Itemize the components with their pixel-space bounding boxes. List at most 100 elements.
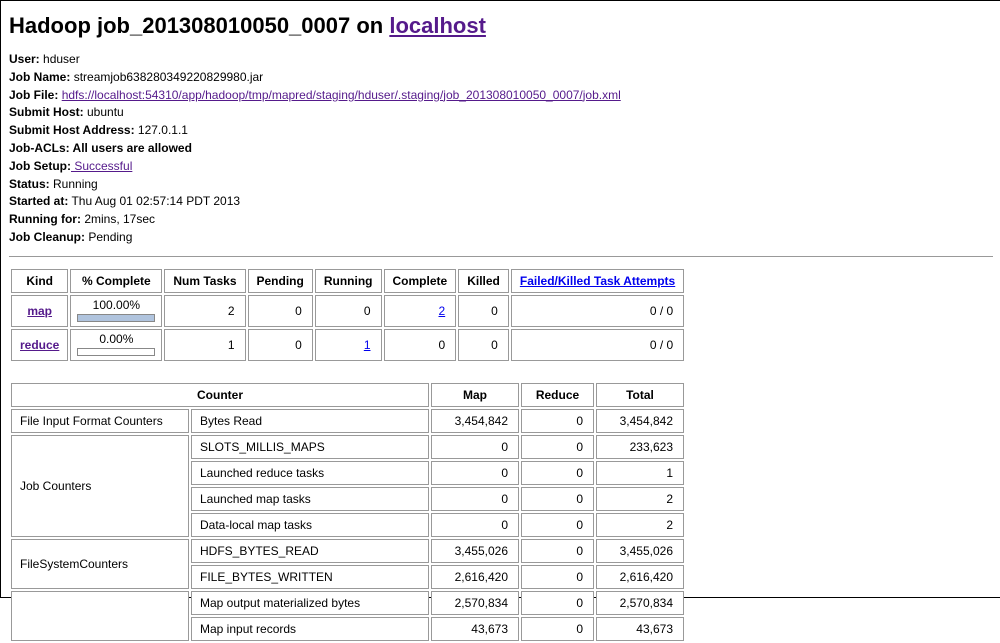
- counter-reduce-cell: 0: [521, 461, 594, 485]
- jobfile-label: Job File:: [9, 88, 58, 102]
- failed-cell: 0 / 0: [511, 329, 684, 361]
- runningfor-label: Running for:: [9, 212, 81, 226]
- progress-header-row: Kind % Complete Num Tasks Pending Runnin…: [11, 269, 684, 293]
- status-value: Running: [50, 177, 98, 191]
- title-prefix: Hadoop: [9, 13, 97, 38]
- kind-cell: map: [11, 295, 68, 327]
- counter-map-cell: 3,454,842: [431, 409, 519, 433]
- counter-map-cell: 0: [431, 513, 519, 537]
- counter-group-cell: File Input Format Counters: [11, 409, 189, 433]
- complete-link[interactable]: 2: [439, 304, 446, 318]
- counter-map-cell: 0: [431, 487, 519, 511]
- complete-cell: 2: [384, 295, 457, 327]
- counter-reduce-cell: 0: [521, 409, 594, 433]
- progress-bar-fill: [78, 315, 154, 321]
- title-middle: on: [350, 13, 389, 38]
- runningfor-value: 2mins, 17sec: [81, 212, 155, 226]
- counter-reduce-cell: 0: [521, 487, 594, 511]
- counter-name-cell: Map output materialized bytes: [191, 591, 429, 615]
- jobsetup-link[interactable]: Successful: [71, 159, 132, 173]
- counter-reduce-cell: 0: [521, 591, 594, 615]
- pct-text: 100.00%: [77, 298, 155, 312]
- running-cell: 0: [315, 295, 382, 327]
- counter-name-cell: Launched reduce tasks: [191, 461, 429, 485]
- col-num: Num Tasks: [164, 269, 245, 293]
- counter-total-cell: 43,673: [596, 617, 684, 641]
- title-host-link[interactable]: localhost: [389, 13, 486, 38]
- user-value: hduser: [40, 52, 80, 66]
- divider: [9, 256, 993, 257]
- pending-cell: 0: [248, 295, 313, 327]
- counter-total-cell: 3,454,842: [596, 409, 684, 433]
- page-title: Hadoop job_201308010050_0007 on localhos…: [9, 13, 993, 39]
- counter-map-cell: 2,616,420: [431, 565, 519, 589]
- col-counter: Counter: [11, 383, 429, 407]
- jobcleanup-label: Job Cleanup:: [9, 230, 85, 244]
- kind-link-reduce[interactable]: reduce: [20, 338, 59, 352]
- counter-row: FileSystemCountersHDFS_BYTES_READ3,455,0…: [11, 539, 684, 563]
- running-link[interactable]: 1: [364, 338, 371, 352]
- submithostaddr-label: Submit Host Address:: [9, 123, 135, 137]
- counter-total-cell: 2: [596, 513, 684, 537]
- counter-total-cell: 2,570,834: [596, 591, 684, 615]
- counter-name-cell: Launched map tasks: [191, 487, 429, 511]
- counter-reduce-cell: 0: [521, 513, 594, 537]
- progress-table: Kind % Complete Num Tasks Pending Runnin…: [9, 267, 686, 363]
- counter-row: File Input Format CountersBytes Read3,45…: [11, 409, 684, 433]
- failed-cell: 0 / 0: [511, 295, 684, 327]
- counter-total-cell: 1: [596, 461, 684, 485]
- counter-header-row: Counter Map Reduce Total: [11, 383, 684, 407]
- jobname-label: Job Name:: [9, 70, 70, 84]
- progress-bar: [77, 348, 155, 356]
- col-total: Total: [596, 383, 684, 407]
- counter-row: Map output materialized bytes2,570,83402…: [11, 591, 684, 615]
- running-cell: 1: [315, 329, 382, 361]
- counter-map-cell: 3,455,026: [431, 539, 519, 563]
- counter-total-cell: 2,616,420: [596, 565, 684, 589]
- kind-cell: reduce: [11, 329, 68, 361]
- counter-name-cell: Map input records: [191, 617, 429, 641]
- counter-map-cell: 43,673: [431, 617, 519, 641]
- jobcleanup-value: Pending: [85, 230, 132, 244]
- pct-cell: 100.00%: [70, 295, 162, 327]
- killed-cell: 0: [458, 295, 509, 327]
- counter-reduce-cell: 0: [521, 435, 594, 459]
- complete-cell: 0: [384, 329, 457, 361]
- job-meta: User: hduser Job Name: streamjob63828034…: [9, 51, 993, 246]
- counter-total-cell: 233,623: [596, 435, 684, 459]
- kind-link-map[interactable]: map: [27, 304, 52, 318]
- pending-cell: 0: [248, 329, 313, 361]
- status-label: Status:: [9, 177, 50, 191]
- jobname-value: streamjob638280349220829980.jar: [70, 70, 263, 84]
- startedat-label: Started at:: [9, 194, 68, 208]
- counter-name-cell: HDFS_BYTES_READ: [191, 539, 429, 563]
- counter-row: Job CountersSLOTS_MILLIS_MAPS00233,623: [11, 435, 684, 459]
- col-failed: Failed/Killed Task Attempts: [511, 269, 684, 293]
- killed-cell: 0: [458, 329, 509, 361]
- jobfile-link[interactable]: hdfs://localhost:54310/app/hadoop/tmp/ma…: [62, 88, 621, 102]
- col-pct: % Complete: [70, 269, 162, 293]
- counter-map-cell: 0: [431, 435, 519, 459]
- col-killed: Killed: [458, 269, 509, 293]
- progress-bar: [77, 314, 155, 322]
- col-kind: Kind: [11, 269, 68, 293]
- pct-cell: 0.00%: [70, 329, 162, 361]
- counter-group-cell: [11, 591, 189, 641]
- counter-reduce-cell: 0: [521, 617, 594, 641]
- counter-reduce-cell: 0: [521, 539, 594, 563]
- startedat-value: Thu Aug 01 02:57:14 PDT 2013: [68, 194, 240, 208]
- progress-row: map100.00%200200 / 0: [11, 295, 684, 327]
- counter-map-cell: 2,570,834: [431, 591, 519, 615]
- submithostaddr-value: 127.0.1.1: [135, 123, 188, 137]
- pct-text: 0.00%: [77, 332, 155, 346]
- counter-total-cell: 3,455,026: [596, 539, 684, 563]
- counter-group-cell: Job Counters: [11, 435, 189, 537]
- jobsetup-label: Job Setup:: [9, 159, 71, 173]
- counter-group-cell: FileSystemCounters: [11, 539, 189, 589]
- submithost-label: Submit Host:: [9, 105, 84, 119]
- col-complete: Complete: [384, 269, 457, 293]
- col-running: Running: [315, 269, 382, 293]
- numtasks-cell: 1: [164, 329, 245, 361]
- col-map: Map: [431, 383, 519, 407]
- col-failed-link[interactable]: Failed/Killed Task Attempts: [520, 274, 675, 288]
